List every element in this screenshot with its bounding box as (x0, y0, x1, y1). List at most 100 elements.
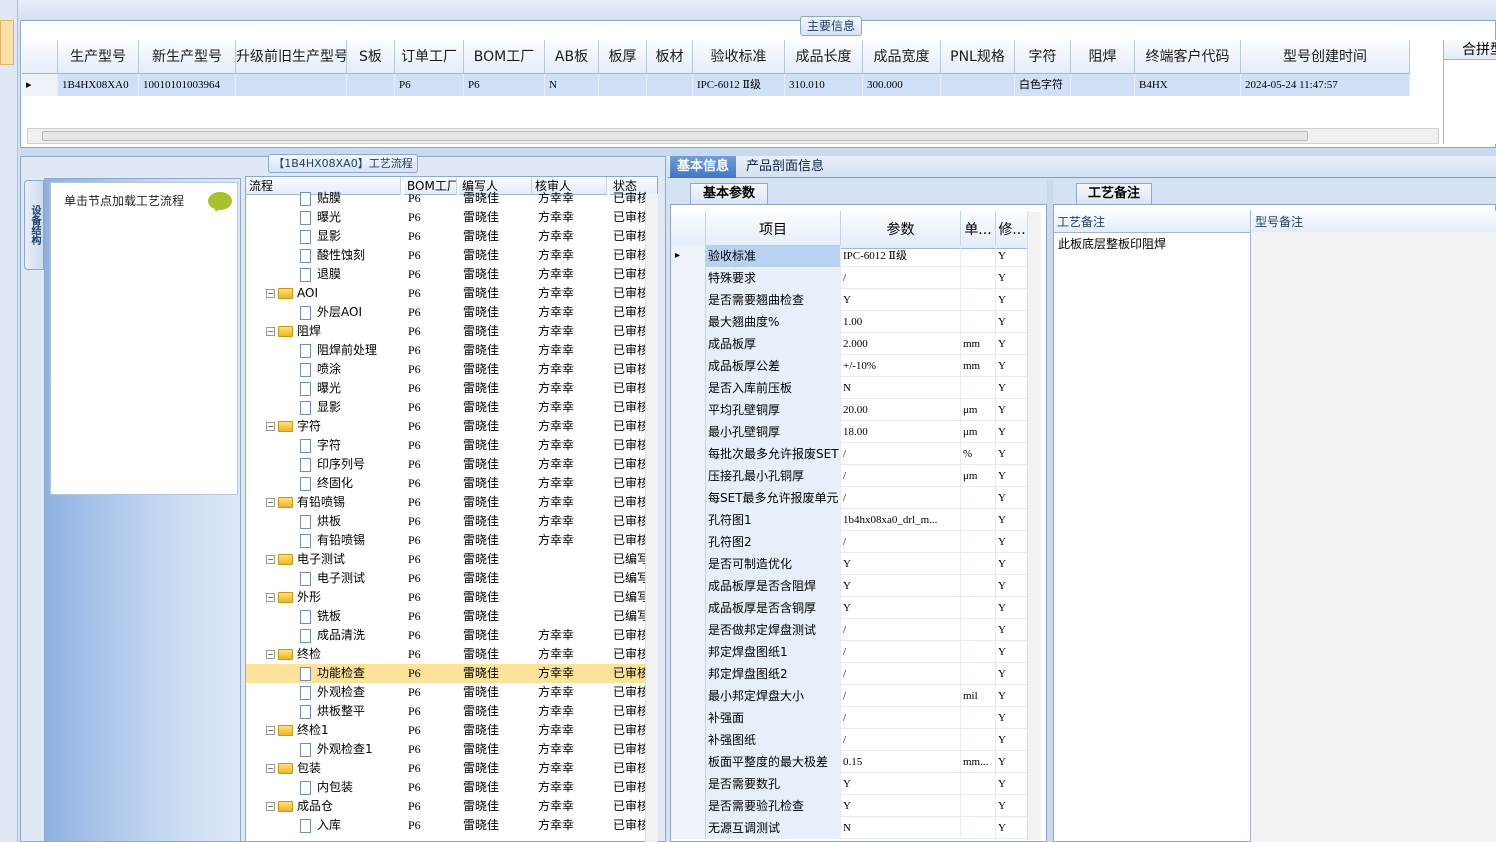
param-row-header[interactable] (671, 355, 706, 377)
param-row[interactable]: 是否需要验孔检查 Y Y (671, 795, 1029, 817)
param-value-cell[interactable]: / (841, 707, 961, 729)
grid-column-header[interactable]: PNL规格 (941, 40, 1015, 74)
param-unit-cell[interactable]: μm (961, 421, 996, 443)
tree-node[interactable]: 外观检查1 (300, 740, 401, 759)
param-unit-cell[interactable]: mm... (961, 751, 996, 773)
grid-cell[interactable]: B4HX (1135, 74, 1241, 96)
param-row[interactable]: 最大翘曲度% 1.00 Y (671, 311, 1029, 333)
grid-column-header[interactable]: 订单工厂 (395, 40, 464, 74)
param-unit-cell[interactable]: μm (961, 465, 996, 487)
collapse-icon[interactable]: − (266, 555, 275, 564)
grid-column-header[interactable]: 板厚 (599, 40, 647, 74)
main-info-tab[interactable]: 主要信息 (800, 16, 862, 36)
param-value-cell[interactable]: N (841, 817, 961, 839)
param-row[interactable]: ▸ 验收标准 IPC-6012 Ⅱ级 Y (671, 245, 1029, 267)
param-row-header[interactable] (671, 663, 706, 685)
collapse-icon[interactable]: − (266, 802, 275, 811)
param-value-cell[interactable]: / (841, 729, 961, 751)
param-modifiable-cell[interactable]: Y (996, 641, 1029, 663)
scrollbar-thumb[interactable] (42, 131, 1308, 141)
param-value-cell[interactable]: Y (841, 553, 961, 575)
tree-row[interactable]: 烘板 P6 雷晓佳 方幸幸 已审核 (246, 512, 646, 531)
grid-cell[interactable]: IPC-6012 Ⅱ级 (693, 74, 785, 96)
param-unit-cell[interactable] (961, 575, 996, 597)
tree-node[interactable]: 贴膜 (300, 189, 401, 208)
tree-node[interactable]: 显影 (300, 227, 401, 246)
collapse-icon[interactable]: − (266, 764, 275, 773)
param-modifiable-cell[interactable]: Y (996, 685, 1029, 707)
param-modifiable-cell[interactable]: Y (996, 531, 1029, 553)
tree-row[interactable]: − 电子测试 P6 雷晓佳 已编写 (246, 550, 646, 569)
tree-row[interactable]: 显影 P6 雷晓佳 方幸幸 已审核 (246, 227, 646, 246)
grid-column-header[interactable]: 型号创建时间 (1241, 40, 1410, 74)
horizontal-splitter[interactable] (20, 148, 1496, 156)
tree-row[interactable]: 功能检查 P6 雷晓佳 方幸幸 已审核 (246, 664, 646, 683)
param-value-cell[interactable]: Y (841, 289, 961, 311)
tree-vertical-scrollbar[interactable] (645, 194, 658, 842)
param-row-header[interactable] (671, 597, 706, 619)
param-modifiable-cell[interactable]: Y (996, 333, 1029, 355)
tree-node[interactable]: 外层AOI (300, 303, 401, 322)
tree-row[interactable]: 外层AOI P6 雷晓佳 方幸幸 已审核 (246, 303, 646, 322)
grid-column-header[interactable]: 验收标准 (693, 40, 785, 74)
grid-column-header[interactable]: 新生产型号 (139, 40, 236, 74)
param-row[interactable]: 孔符图1 1b4hx08xa0_drl_m... Y (671, 509, 1029, 531)
tree-row[interactable]: 烘板整平 P6 雷晓佳 方幸幸 已审核 (246, 702, 646, 721)
param-row-header[interactable] (671, 707, 706, 729)
param-row[interactable]: 补强图纸 / Y (671, 729, 1029, 751)
param-row[interactable]: 邦定焊盘图纸1/ Y (671, 641, 1029, 663)
param-row-header[interactable] (671, 333, 706, 355)
grid-cell[interactable]: P6 (395, 74, 464, 96)
param-value-cell[interactable]: / (841, 443, 961, 465)
collapse-icon[interactable]: − (266, 498, 275, 507)
param-unit-cell[interactable]: mm (961, 355, 996, 377)
param-row-header[interactable] (671, 509, 706, 531)
grid-column-header[interactable]: 升级前旧生产型号 (236, 40, 347, 74)
param-modifiable-cell[interactable]: Y (996, 311, 1029, 333)
param-row-header[interactable] (671, 729, 706, 751)
tree-node[interactable]: 电子测试 (300, 569, 401, 588)
param-row-header[interactable] (671, 641, 706, 663)
tree-node[interactable]: − 成品仓 (266, 797, 401, 816)
tree-node[interactable]: 曝光 (300, 208, 401, 227)
grid-cell[interactable] (236, 74, 347, 96)
grid-cell[interactable] (347, 74, 395, 96)
grid-column-header[interactable]: 终端客户代码 (1135, 40, 1241, 74)
param-row[interactable]: 最小邦定焊盘大小 / mil Y (671, 685, 1029, 707)
param-unit-cell[interactable] (961, 509, 996, 531)
tree-row[interactable]: 外观检查1 P6 雷晓佳 方幸幸 已审核 (246, 740, 646, 759)
tree-node[interactable]: 喷涂 (300, 360, 401, 379)
param-value-cell[interactable]: Y (841, 575, 961, 597)
param-row[interactable]: 成品板厚 2.000 mm Y (671, 333, 1029, 355)
param-modifiable-cell[interactable]: Y (996, 707, 1029, 729)
param-row[interactable]: 无源互调测试 N Y (671, 817, 1029, 839)
param-row[interactable]: 是否需要数孔 Y Y (671, 773, 1029, 795)
grid-cell[interactable] (647, 74, 693, 96)
param-row[interactable]: 是否需要翘曲检查 Y Y (671, 289, 1029, 311)
param-row-header[interactable] (671, 267, 706, 289)
param-unit-cell[interactable] (961, 267, 996, 289)
param-row-header[interactable] (671, 289, 706, 311)
param-modifiable-cell[interactable]: Y (996, 355, 1029, 377)
tree-row[interactable]: 喷涂 P6 雷晓佳 方幸幸 已审核 (246, 360, 646, 379)
param-modifiable-cell[interactable]: Y (996, 751, 1029, 773)
param-row-header[interactable] (671, 685, 706, 707)
param-unit-cell[interactable]: μm (961, 399, 996, 421)
grid-column-header[interactable]: 阻焊 (1071, 40, 1135, 74)
param-unit-cell[interactable] (961, 707, 996, 729)
grid-cell[interactable]: 10010101003964 (139, 74, 236, 96)
param-unit-cell[interactable] (961, 553, 996, 575)
param-column-header[interactable]: 单... (961, 211, 996, 249)
param-row-header[interactable] (671, 817, 706, 839)
grid-cell[interactable] (599, 74, 647, 96)
tree-row[interactable]: 电子测试 P6 雷晓佳 已编写 (246, 569, 646, 588)
param-unit-cell[interactable] (961, 311, 996, 333)
param-unit-cell[interactable] (961, 795, 996, 817)
param-row[interactable]: 是否入库前压板 N Y (671, 377, 1029, 399)
param-value-cell[interactable]: 0.15 (841, 751, 961, 773)
param-row[interactable]: 特殊要求 / Y (671, 267, 1029, 289)
tree-row[interactable]: 曝光 P6 雷晓佳 方幸幸 已审核 (246, 208, 646, 227)
grid-cell[interactable]: 1B4HX08XA0 (58, 74, 139, 96)
tree-node[interactable]: − 包装 (266, 759, 401, 778)
tree-node[interactable]: 功能检查 (300, 664, 401, 683)
